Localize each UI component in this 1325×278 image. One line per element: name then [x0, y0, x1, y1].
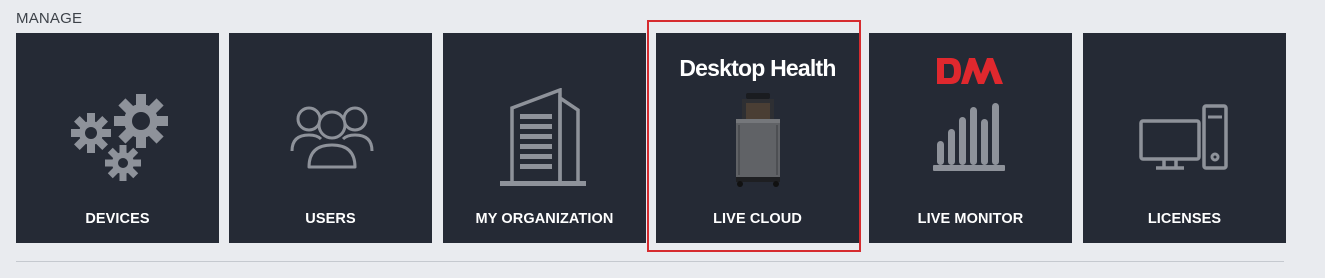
users-icon	[290, 106, 374, 169]
tile-users[interactable]: USERS	[229, 33, 432, 243]
tile-live-monitor[interactable]: LIVE MONITOR	[869, 33, 1072, 243]
bar-chart-icon	[933, 103, 1005, 171]
gears-icon	[71, 94, 168, 181]
tile-label: MY ORGANIZATION	[475, 211, 614, 227]
section-title: MANAGE	[16, 10, 83, 27]
section-divider	[16, 261, 1284, 262]
dm-brand-logo	[937, 58, 1003, 84]
tile-label: LICENSES	[1147, 211, 1222, 227]
tile-label: DEVICES	[85, 211, 150, 227]
tile-label: USERS	[305, 211, 356, 227]
tile-devices[interactable]: DEVICES	[16, 33, 219, 243]
tile-label: LIVE MONITOR	[917, 211, 1024, 227]
brand-logo-text: Desktop Health	[679, 55, 836, 81]
tile-live-cloud[interactable]: Desktop Health LIVE CLOUD	[656, 33, 859, 243]
computer-icon	[1139, 104, 1228, 170]
tile-my-organization[interactable]: MY ORGANIZATION	[443, 33, 646, 243]
tile-licenses[interactable]: LICENSES	[1083, 33, 1286, 243]
tile-grid: DEVICES USERS MY ORGANIZATION Desktop He…	[0, 33, 1325, 243]
building-icon	[500, 88, 586, 186]
tile-label: LIVE CLOUD	[713, 211, 802, 227]
printer-image	[736, 93, 780, 187]
